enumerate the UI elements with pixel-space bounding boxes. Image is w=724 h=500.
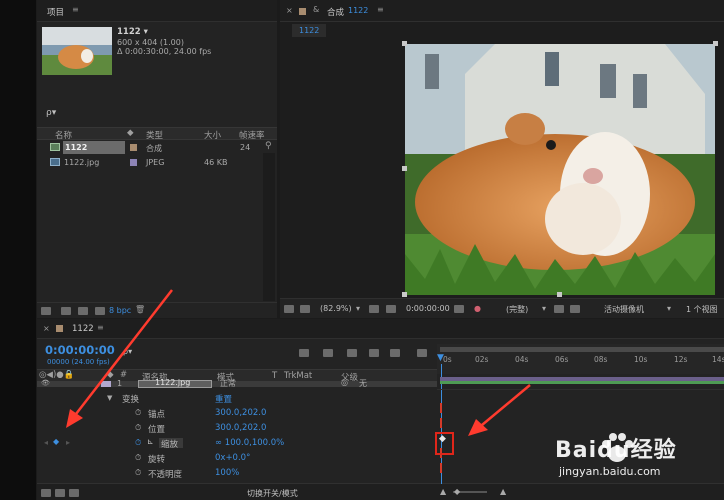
- watermark-url: jingyan.baidu.com: [559, 465, 661, 478]
- annotation-arrows: [66, 289, 531, 436]
- watermark-brand: Baidu经验: [555, 438, 677, 463]
